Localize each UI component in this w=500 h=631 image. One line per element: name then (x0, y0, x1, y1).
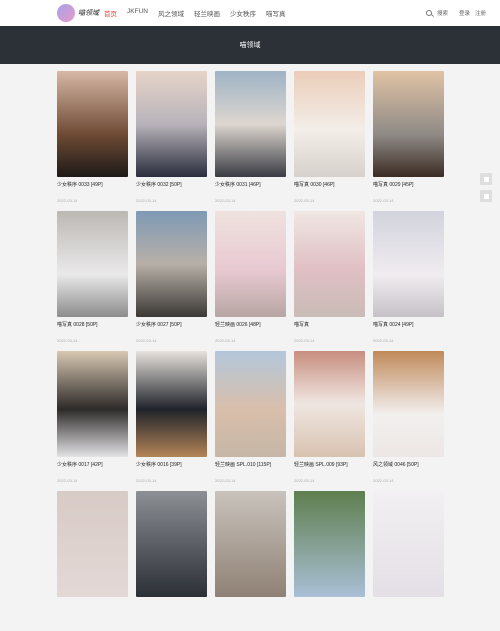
nav-item-fengzhilingyu[interactable]: 风之领域 (158, 0, 184, 26)
post-card[interactable]: 喵写真 0029 [45P] 2022-03-14 (373, 71, 444, 211)
message-icon (483, 176, 489, 182)
post-card[interactable] (215, 491, 286, 631)
post-title[interactable]: 少女秩序 0027 [50P] (136, 321, 207, 328)
main-nav: 首页 JKFUN 风之领域 轻兰映画 少女秩序 喵写真 (104, 0, 285, 26)
post-thumbnail[interactable] (215, 491, 286, 597)
post-date: 2022-03-14 (373, 338, 394, 343)
post-date: 2022-03-14 (57, 478, 78, 483)
post-card[interactable] (294, 491, 365, 631)
post-thumbnail[interactable] (215, 351, 286, 457)
post-grid: 少女秩序 0033 [49P] 2022-03-14 少女秩序 0032 [50P… (57, 71, 444, 631)
post-date: 2022-03-14 (136, 198, 157, 203)
post-card[interactable]: 少女秩序 0032 [50P] 2022-03-14 (136, 71, 207, 211)
side-button-top[interactable] (480, 173, 492, 185)
post-card[interactable] (136, 491, 207, 631)
page-title: 喵领域 (239, 42, 261, 49)
post-thumbnail[interactable] (294, 211, 365, 317)
post-thumbnail[interactable] (373, 491, 444, 597)
post-date: 2022-03-14 (373, 198, 394, 203)
post-thumbnail[interactable] (57, 71, 128, 177)
logo-text: 喵领域 (78, 9, 99, 17)
nav-item-qinglanyinghua[interactable]: 轻兰映画 (194, 0, 220, 26)
nav-item-jkfun[interactable]: JKFUN (127, 0, 148, 26)
post-title[interactable]: 少女秩序 0016 [39P] (136, 461, 207, 468)
site-logo[interactable]: 喵领域 (57, 4, 104, 22)
login-link[interactable]: 登录 (459, 9, 470, 17)
nav-item-miaoxiezhen[interactable]: 喵写真 (266, 0, 286, 26)
post-title[interactable]: 轻兰映画 SPL.010 [115P] (215, 461, 286, 468)
post-title[interactable]: 喵写真 0028 [50P] (57, 321, 128, 328)
post-card[interactable]: 轻兰映画 SPL.010 [115P] 2022-03-14 (215, 351, 286, 491)
post-date: 2022-03-14 (294, 478, 315, 483)
post-title[interactable]: 风之领域 0046 [50P] (373, 461, 444, 468)
post-thumbnail[interactable] (136, 351, 207, 457)
post-thumbnail[interactable] (294, 491, 365, 597)
post-title[interactable]: 喵写真 0029 [45P] (373, 181, 444, 188)
header-actions: 搜索 登录 注册 (425, 9, 486, 17)
post-title[interactable]: 少女秩序 0032 [50P] (136, 181, 207, 188)
post-card[interactable]: 少女秩序 0017 [42P] 2022-03-14 (57, 351, 128, 491)
post-title[interactable]: 少女秩序 0017 [42P] (57, 461, 128, 468)
post-date: 2022-03-14 (136, 478, 157, 483)
post-thumbnail[interactable] (294, 351, 365, 457)
post-card[interactable]: 轻兰映画 SPL.009 [93P] 2022-03-14 (294, 351, 365, 491)
share-icon (483, 193, 489, 199)
post-title[interactable]: 少女秩序 0033 [49P] (57, 181, 128, 188)
post-title[interactable]: 少女秩序 0031 [46P] (215, 181, 286, 188)
top-bar: 喵领域 首页 JKFUN 风之领域 轻兰映画 少女秩序 喵写真 搜索 登录 注册 (0, 0, 500, 26)
post-thumbnail[interactable] (136, 491, 207, 597)
post-thumbnail[interactable] (136, 71, 207, 177)
logo-icon (57, 4, 75, 22)
post-thumbnail[interactable] (215, 211, 286, 317)
post-thumbnail[interactable] (215, 71, 286, 177)
floating-toolbar (480, 173, 492, 202)
post-thumbnail[interactable] (57, 211, 128, 317)
post-thumbnail[interactable] (57, 491, 128, 597)
post-date: 2022-03-14 (57, 338, 78, 343)
post-card[interactable]: 轻兰映画 0026 [48P] 2022-03-14 (215, 211, 286, 351)
post-card[interactable] (57, 491, 128, 631)
post-date: 2022-03-14 (294, 198, 315, 203)
search-icon[interactable] (425, 10, 432, 16)
post-date: 2022-03-14 (136, 338, 157, 343)
post-card[interactable]: 喵写真 0030 [46P] 2022-03-14 (294, 71, 365, 211)
search-link[interactable]: 搜索 (437, 9, 448, 17)
post-card[interactable] (373, 491, 444, 631)
post-date: 2022-03-14 (373, 478, 394, 483)
post-card[interactable]: 喵写真 0024 [49P] 2022-03-14 (373, 211, 444, 351)
post-title[interactable]: 喵写真 0024 [49P] (373, 321, 444, 328)
post-date: 2022-03-14 (294, 338, 315, 343)
side-button-bottom[interactable] (480, 190, 492, 202)
post-card[interactable]: 少女秩序 0033 [49P] 2022-03-14 (57, 71, 128, 211)
post-title[interactable]: 轻兰映画 SPL.009 [93P] (294, 461, 365, 468)
post-thumbnail[interactable] (294, 71, 365, 177)
post-date: 2022-03-14 (57, 198, 78, 203)
post-card[interactable]: 少女秩序 0027 [50P] 2022-03-14 (136, 211, 207, 351)
register-link[interactable]: 注册 (475, 9, 486, 17)
post-date: 2022-03-14 (215, 338, 236, 343)
post-thumbnail[interactable] (373, 211, 444, 317)
post-title[interactable]: 喵写真 (294, 321, 365, 328)
post-thumbnail[interactable] (373, 351, 444, 457)
post-thumbnail[interactable] (57, 351, 128, 457)
post-thumbnail[interactable] (136, 211, 207, 317)
post-date: 2022-03-14 (215, 478, 236, 483)
page-banner: 喵领域 (0, 26, 500, 64)
nav-item-home[interactable]: 首页 (104, 0, 117, 26)
post-date: 2022-03-14 (215, 198, 236, 203)
post-card[interactable]: 少女秩序 0016 [39P] 2022-03-14 (136, 351, 207, 491)
post-thumbnail[interactable] (373, 71, 444, 177)
post-card[interactable]: 喵写真 2022-03-14 (294, 211, 365, 351)
post-card[interactable]: 喵写真 0028 [50P] 2022-03-14 (57, 211, 128, 351)
post-card[interactable]: 少女秩序 0031 [46P] 2022-03-14 (215, 71, 286, 211)
post-title[interactable]: 轻兰映画 0026 [48P] (215, 321, 286, 328)
post-card[interactable]: 风之领域 0046 [50P] 2022-03-14 (373, 351, 444, 491)
nav-item-shaonvzhixu[interactable]: 少女秩序 (230, 0, 256, 26)
post-title[interactable]: 喵写真 0030 [46P] (294, 181, 365, 188)
